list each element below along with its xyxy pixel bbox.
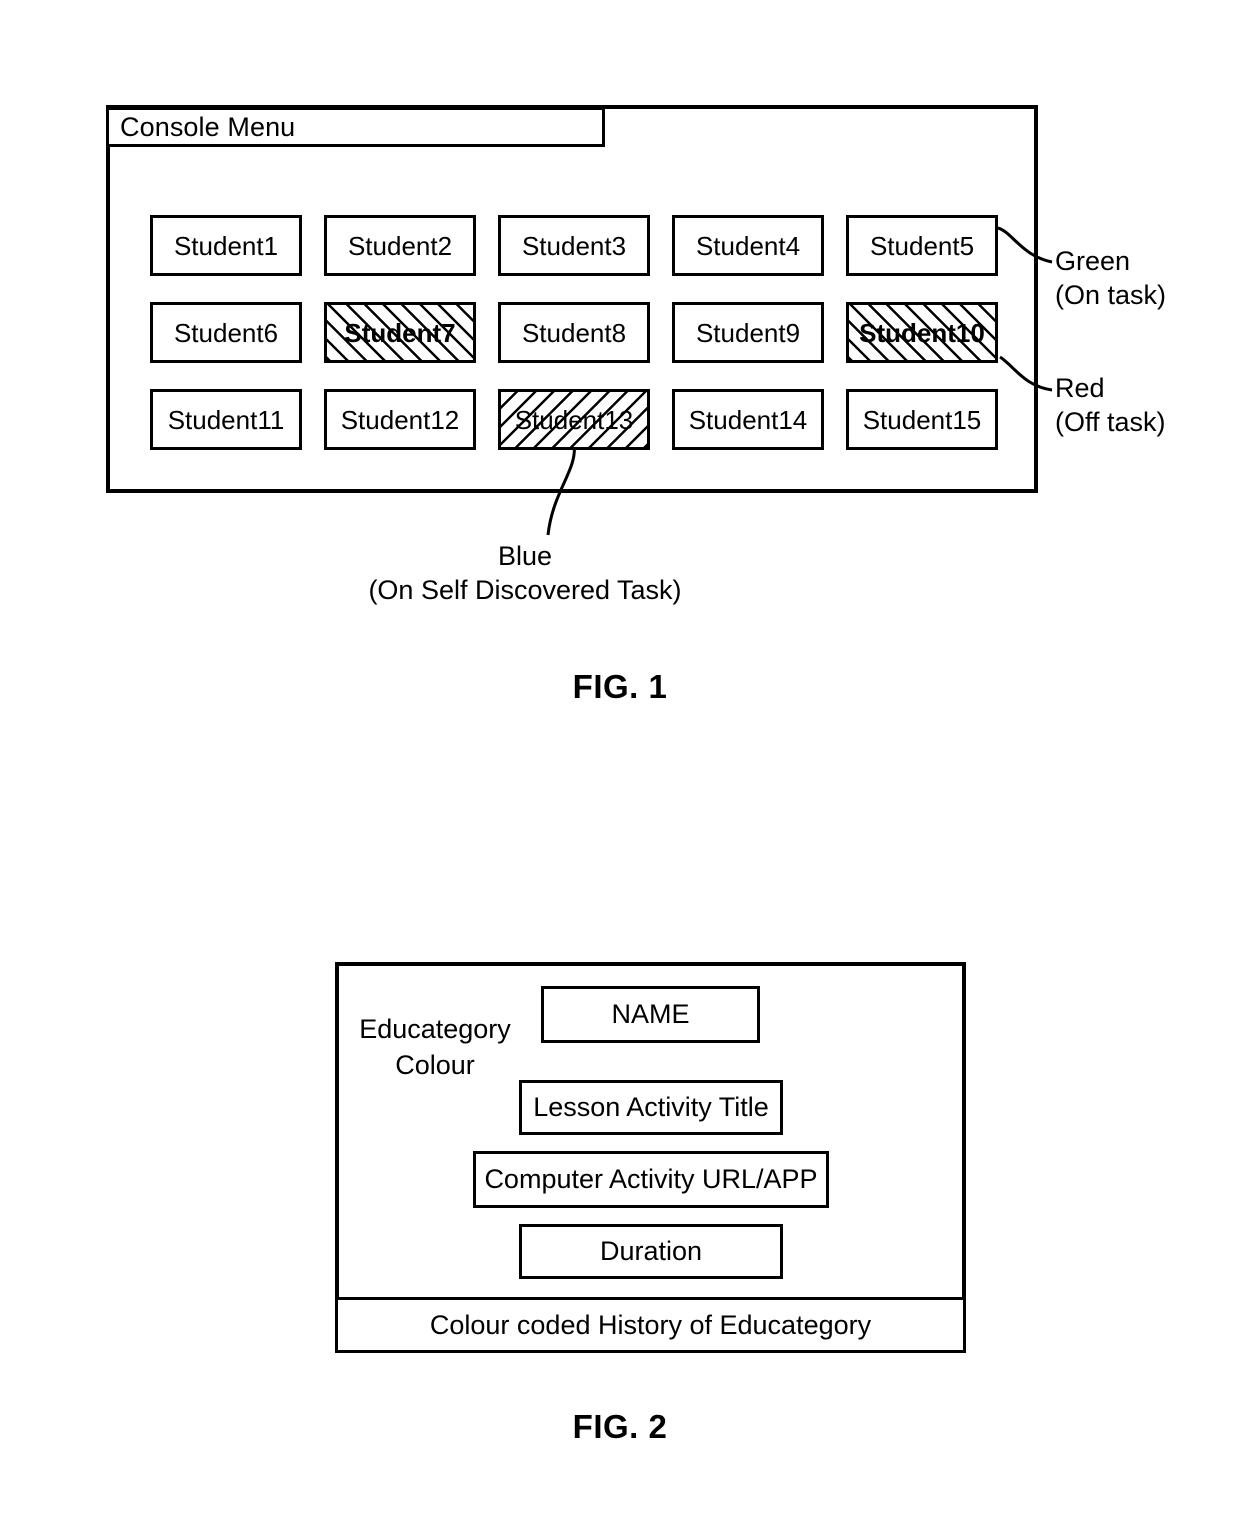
student-tile-5[interactable]: Student5 (846, 215, 998, 276)
student-tile-15[interactable]: Student15 (846, 389, 998, 450)
student-tile-label: Student3 (521, 230, 627, 261)
student-tile-label: Student10 (859, 317, 985, 348)
name-field-box[interactable]: NAME (541, 986, 760, 1043)
student-tile-label: Student12 (340, 404, 460, 435)
student-tile-label: Student13 (514, 404, 634, 435)
educategory-history-strip[interactable]: Colour coded History of Educategory (335, 1297, 966, 1353)
name-field-label: NAME (611, 999, 690, 1029)
student-tile-label: Student6 (173, 317, 279, 348)
student-tile-label: Student7 (344, 317, 456, 348)
educategory-colour-label: Educategory Colour (345, 1012, 525, 1084)
lesson-activity-title-box[interactable]: Lesson Activity Title (519, 1080, 783, 1135)
student-tile-8[interactable]: Student8 (498, 302, 650, 363)
figure2-caption: FIG. 2 (572, 1408, 668, 1445)
student-tile-12[interactable]: Student12 (324, 389, 476, 450)
student-tile-label: Student15 (862, 404, 982, 435)
student-tile-1[interactable]: Student1 (150, 215, 302, 276)
student-tile-9[interactable]: Student9 (672, 302, 824, 363)
computer-activity-url-app-box[interactable]: Computer Activity URL/APP (473, 1151, 829, 1208)
student-grid: Student1 Student2 Student3 Student4 Stud… (150, 215, 1000, 450)
red-annotation-meaning: (Off task) (1055, 406, 1166, 437)
student-tile-label: Student5 (869, 230, 975, 261)
student-tile-13[interactable]: Student13 (498, 389, 650, 450)
green-annotation-meaning: (On task) (1055, 279, 1167, 310)
student-tile-label: Student9 (695, 317, 801, 348)
educategory-colour-line2: Colour (395, 1049, 475, 1080)
educategory-history-label: Colour coded History of Educategory (429, 1309, 872, 1340)
blue-annotation: Blue (On Self Discovered Task) (330, 540, 720, 608)
blue-annotation-meaning: (On Self Discovered Task) (368, 574, 682, 605)
red-annotation-colour: Red (1055, 373, 1105, 403)
red-annotation: Red (Off task) (1055, 372, 1166, 440)
console-menu-label: Console Menu (120, 111, 296, 142)
student-tile-2[interactable]: Student2 (324, 215, 476, 276)
student-tile-7[interactable]: Student7 (324, 302, 476, 363)
student-tile-label: Student1 (173, 230, 279, 261)
student-tile-label: Student2 (347, 230, 453, 261)
student-tile-label: Student14 (688, 404, 808, 435)
blue-annotation-colour: Blue (497, 541, 553, 571)
student-tile-label: Student8 (521, 317, 627, 348)
green-annotation-colour: Green (1055, 246, 1131, 276)
figure1-caption: FIG. 1 (572, 668, 668, 705)
student-tile-11[interactable]: Student11 (150, 389, 302, 450)
student-tile-6[interactable]: Student6 (150, 302, 302, 363)
student-tile-label: Student4 (695, 230, 801, 261)
console-menu-bar[interactable]: Console Menu (106, 107, 605, 147)
student-tile-3[interactable]: Student3 (498, 215, 650, 276)
student-tile-10[interactable]: Student10 (846, 302, 998, 363)
educategory-colour-line1: Educategory (359, 1014, 511, 1044)
duration-label: Duration (599, 1236, 703, 1266)
green-annotation: Green (On task) (1055, 245, 1166, 313)
student-tile-label: Student11 (167, 404, 285, 435)
student-tile-4[interactable]: Student4 (672, 215, 824, 276)
duration-box[interactable]: Duration (519, 1224, 783, 1279)
student-tile-14[interactable]: Student14 (672, 389, 824, 450)
lesson-activity-title-label: Lesson Activity Title (533, 1092, 769, 1122)
computer-activity-url-app-label: Computer Activity URL/APP (484, 1164, 818, 1194)
